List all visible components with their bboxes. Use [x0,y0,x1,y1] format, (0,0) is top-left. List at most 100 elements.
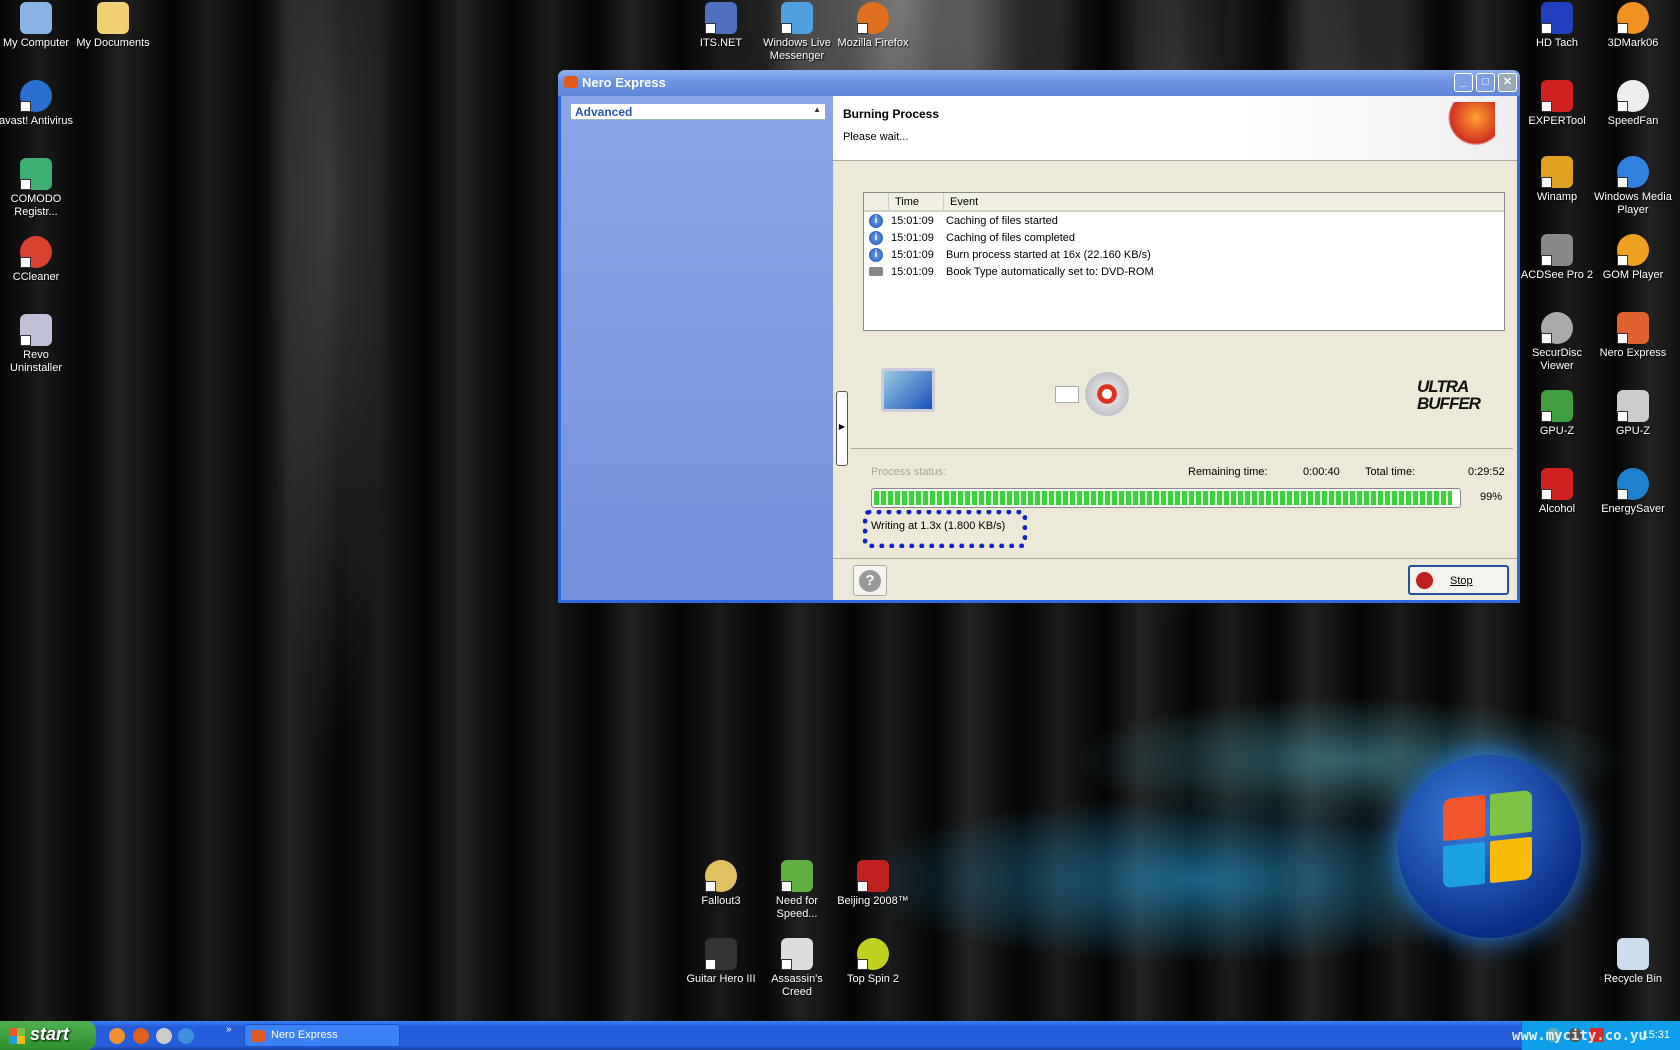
desktop-icon-guitar-hero[interactable]: Guitar Hero III [682,938,760,986]
stop-button[interactable]: Stop [1408,565,1509,595]
hdtach-icon [1541,2,1573,34]
desktop-icon-itsnet[interactable]: ITS.NET [682,2,760,50]
total-time-label: Total time: [1365,466,1416,478]
log-row: i 15:01:09 Burn process started at 16x (22… [864,246,1504,263]
system-tray: www.mycity.co.yu 15:31 [1512,1021,1680,1050]
help-icon: ? [859,570,881,592]
advanced-dropdown[interactable]: Advanced ▲ [571,104,825,120]
desktop-icon-comodo[interactable]: COMODO Registr... [0,158,75,219]
avast-icon [20,80,52,112]
desktop-icon-securdisc[interactable]: SecurDisc Viewer [1518,312,1596,373]
comodo-icon [20,158,52,190]
info-icon: i [869,213,883,228]
desktop-icon-recycle-bin[interactable]: Recycle Bin [1594,938,1672,986]
writing-speed-text: Writing at 1.3x (1.800 KB/s) [871,520,1006,532]
gom-icon [1617,234,1649,266]
taskbar: start » Nero Express www.mycity.co.yu 15… [0,1021,1680,1050]
assassins-creed-icon [781,938,813,970]
log-row: i 15:01:09 Caching of files started [864,212,1504,229]
desktop-icon-expertool[interactable]: EXPERTool [1518,80,1596,128]
info-icon: i [869,247,883,262]
folder-icon [97,2,129,34]
column-header-time[interactable]: Time [888,193,943,210]
expand-panel-toggle[interactable]: ▶ [836,391,848,466]
column-header-event[interactable]: Event [943,193,1504,210]
page-subtitle: Please wait... [843,131,909,143]
title-bar[interactable]: Nero Express _ □ ✕ [558,70,1520,96]
windows-orb-wallpaper-logo [1398,755,1581,938]
log-row: 15:01:09 Book Type automatically set to: … [864,263,1504,280]
file-icon [1055,386,1079,403]
desktop-icon-wmp[interactable]: Windows Media Player [1594,156,1672,217]
desktop-icon-firefox[interactable]: Mozilla Firefox [834,2,912,50]
desktop-icon-fallout3[interactable]: Fallout3 [682,860,760,908]
start-button[interactable]: start [0,1021,96,1050]
desktop-icon-hdtach[interactable]: HD Tach [1518,2,1596,50]
desktop-icon-3dmark[interactable]: 3DMark06 [1594,2,1672,50]
gpuz-icon [1541,390,1573,422]
help-button[interactable]: ? [853,565,887,596]
desktop-icon-messenger[interactable]: Windows Live Messenger [758,2,836,63]
acdsee-icon [1541,234,1573,266]
computer-icon [881,368,935,412]
info-icon: i [869,230,883,245]
itsnet-icon [705,2,737,34]
total-time-value: 0:29:52 [1468,466,1505,478]
fallout-icon [705,860,737,892]
desktop-icon-gpuz-2[interactable]: GPU-Z [1594,390,1672,438]
quicklaunch-expand-icon[interactable]: » [226,1024,232,1035]
desktop-icon-energysaver[interactable]: EnergySaver [1594,468,1672,516]
desktop-icon-gpuz[interactable]: GPU-Z [1518,390,1596,438]
desktop-icon-assassins-creed[interactable]: Assassin's Creed [758,938,836,999]
quicklaunch-icon[interactable] [109,1028,125,1044]
desktop-icon-alcohol[interactable]: Alcohol [1518,468,1596,516]
desktop-icon-nero[interactable]: Nero Express [1594,312,1672,360]
watermark: www.mycity.co.yu [1512,1028,1647,1044]
collapse-arrow-icon: ▲ [813,105,821,114]
beijing-icon [857,860,889,892]
speedfan-icon [1617,80,1649,112]
ultrabuffer-logo: ULTRA BUFFER [1417,377,1481,413]
maximize-button[interactable]: □ [1476,73,1495,92]
log-row: i 15:01:09 Caching of files completed [864,229,1504,246]
desktop-icon-my-documents[interactable]: My Documents [74,2,152,50]
ccleaner-icon [20,236,52,268]
separator [833,558,1517,559]
quicklaunch-icon[interactable] [156,1028,172,1044]
desktop-icon-top-spin[interactable]: Top Spin 2 [834,938,912,986]
ie-icon[interactable] [178,1028,194,1044]
desktop-icon-ccleaner[interactable]: CCleaner [0,236,75,284]
progress-percent: 99% [1480,491,1503,503]
desktop-icon-nfs[interactable]: Need for Speed... [758,860,836,921]
clock[interactable]: 15:31 [1642,1029,1670,1041]
desktop-icon-gom[interactable]: GOM Player [1594,234,1672,282]
nero-app-icon [564,76,578,88]
stop-hand-icon [1414,570,1435,591]
winamp-icon [1541,156,1573,188]
taskbar-item-nero-express[interactable]: Nero Express [244,1024,400,1047]
firefox-icon[interactable] [133,1028,149,1044]
close-button[interactable]: ✕ [1498,73,1517,92]
desktop-icon-acdsee[interactable]: ACDSee Pro 2 [1518,234,1596,282]
event-log-table: Time Event i 15:01:09 Caching of files star… [863,192,1505,331]
desktop-icon-my-computer[interactable]: My Computer [0,2,75,50]
top-spin-icon [857,938,889,970]
desktop-icon-speedfan[interactable]: SpeedFan [1594,80,1672,128]
media-player-icon [1617,156,1649,188]
desktop-icon-beijing[interactable]: Beijing 2008™ [834,860,912,908]
firefox-icon [857,2,889,34]
nero-icon [1617,312,1649,344]
drive-icon [869,267,883,276]
desktop-icon-winamp[interactable]: Winamp [1518,156,1596,204]
3dmark-icon [1617,2,1649,34]
nero-express-window: Nero Express _ □ ✕ Advanced ▲ Burning Pro… [558,70,1520,603]
nfs-icon [781,860,813,892]
desktop-icon-avast[interactable]: avast! Antivirus [0,80,75,128]
desktop-icon-revo[interactable]: Revo Uninstaller [0,314,75,375]
energysaver-icon [1617,468,1649,500]
disc-icon [1085,372,1129,416]
guitar-hero-icon [705,938,737,970]
minimize-button[interactable]: _ [1454,73,1473,92]
alcohol-icon [1541,468,1573,500]
messenger-icon [781,2,813,34]
